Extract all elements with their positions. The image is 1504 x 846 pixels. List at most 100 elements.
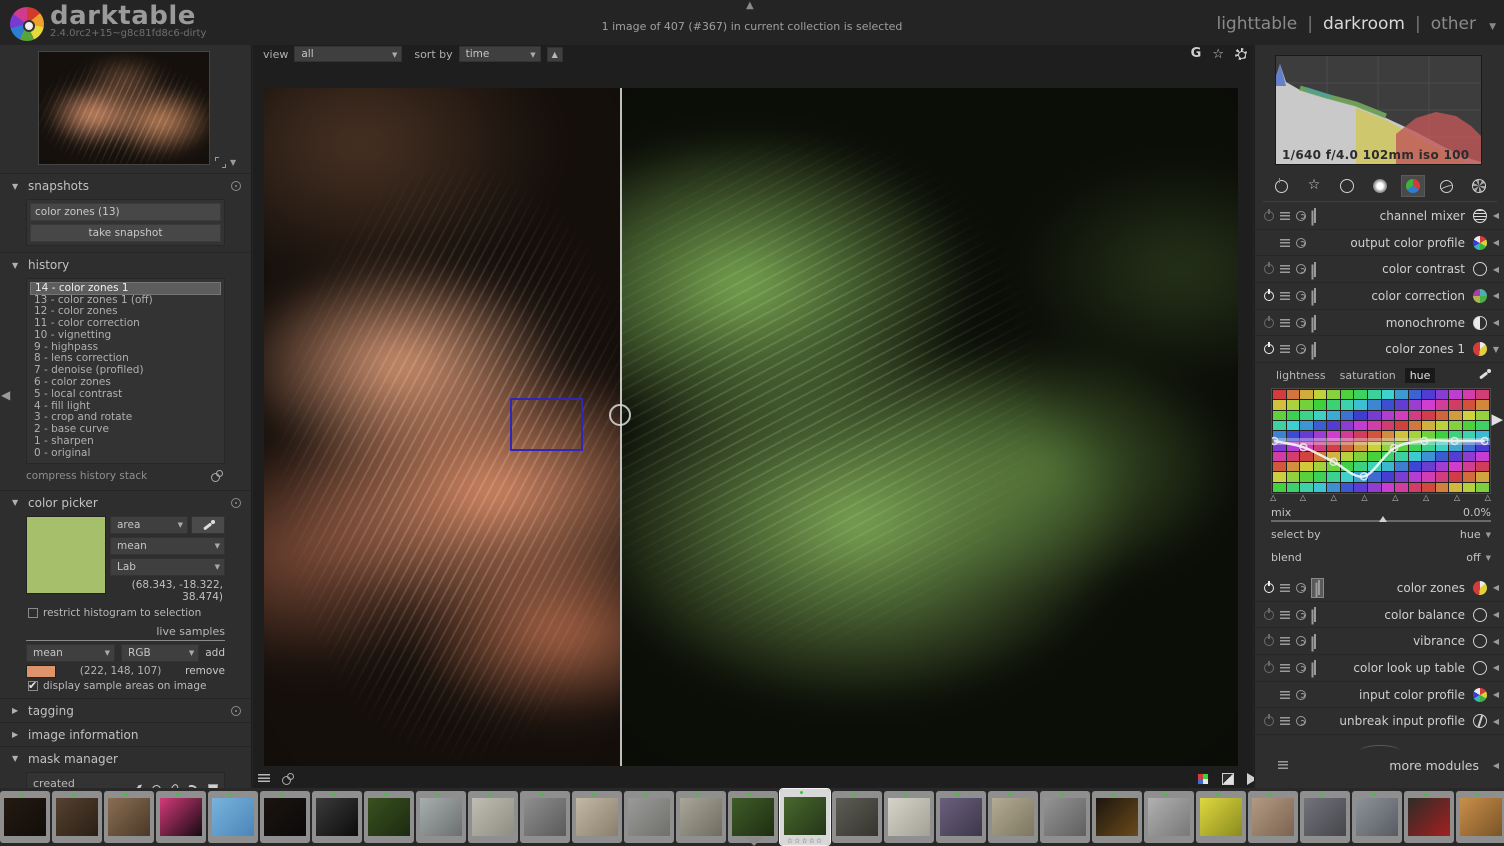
top-panel-collapse-icon[interactable]: ▲: [746, 0, 754, 11]
module-instances-icon[interactable]: [1312, 315, 1316, 331]
history-item[interactable]: 14 - color zones 1: [30, 282, 221, 295]
module-header-input-color-profile[interactable]: input color profile ◀: [1255, 681, 1504, 709]
filmstrip-thumbnail[interactable]: [572, 791, 622, 843]
module-reset-icon[interactable]: [1296, 689, 1306, 700]
histogram[interactable]: 1/640 f/4.0 102mm iso 100: [1275, 55, 1482, 165]
filmstrip-thumbnail[interactable]: [0, 791, 50, 843]
views-dropdown-icon[interactable]: ▼: [1489, 22, 1496, 32]
group-correction-icon[interactable]: [1434, 175, 1458, 197]
blend-value[interactable]: off: [1466, 551, 1480, 564]
take-snapshot-button[interactable]: take snapshot: [30, 224, 221, 242]
zoom-fit-icon[interactable]: [215, 157, 226, 168]
module-expand-icon[interactable]: ◀: [1487, 265, 1499, 274]
snapshot-item[interactable]: color zones (13): [30, 203, 221, 221]
module-reset-icon[interactable]: [1296, 237, 1306, 248]
module-power-icon[interactable]: [1264, 262, 1274, 275]
module-presets-icon[interactable]: [1280, 291, 1290, 300]
module-expand-icon[interactable]: ▼: [1487, 345, 1499, 354]
filmstrip-thumbnail[interactable]: [988, 791, 1038, 843]
mask-manager-section-header[interactable]: ▼ mask manager: [0, 745, 251, 770]
snapshots-section-header[interactable]: ▼ snapshots: [0, 173, 251, 197]
module-reset-icon[interactable]: [1296, 264, 1306, 275]
filmstrip-thumbnail[interactable]: [936, 791, 986, 843]
select-by-row[interactable]: select by hue ▼: [1271, 528, 1491, 541]
live-sample-swatch[interactable]: [26, 664, 56, 678]
filmstrip-thumbnail[interactable]: [312, 791, 362, 843]
curve-node-marker[interactable]: △: [1361, 493, 1367, 502]
tab-saturation[interactable]: saturation: [1335, 368, 1401, 383]
picker-space-select[interactable]: Lab: [110, 557, 225, 576]
module-presets-icon[interactable]: [1280, 690, 1290, 699]
module-presets-icon[interactable]: [1280, 318, 1290, 327]
view-filter-select[interactable]: all: [294, 46, 403, 62]
module-power-icon[interactable]: [1264, 714, 1274, 727]
curve-node-marker[interactable]: △: [1423, 493, 1429, 502]
filmstrip-thumbnail[interactable]: [728, 791, 778, 843]
filmstrip-thumbnail[interactable]: [1196, 791, 1246, 843]
filmstrip-thumbnail[interactable]: [676, 791, 726, 843]
compress-history-icon[interactable]: [211, 469, 225, 482]
left-panel-collapse-icon[interactable]: ◀: [1, 388, 10, 402]
module-expand-icon[interactable]: ◀: [1487, 610, 1499, 619]
curve-node-marker[interactable]: △: [1392, 493, 1398, 502]
module-reset-icon[interactable]: [1296, 716, 1306, 727]
module-presets-icon[interactable]: [1280, 211, 1290, 220]
module-presets-icon[interactable]: [1280, 637, 1290, 646]
module-power-icon[interactable]: [1264, 208, 1274, 221]
picker-mode-select[interactable]: area: [110, 515, 188, 534]
navigation-thumbnail[interactable]: [38, 51, 210, 165]
filmstrip-thumbnail[interactable]: [208, 791, 258, 843]
filmstrip-thumbnail[interactable]: [468, 791, 518, 843]
filmstrip-thumbnail[interactable]: [624, 791, 674, 843]
curve-node-marker[interactable]: △: [1331, 493, 1337, 502]
select-by-value[interactable]: hue: [1460, 528, 1481, 541]
compress-history-button[interactable]: compress history stack: [26, 470, 147, 482]
curve-node-marker[interactable]: △: [1454, 493, 1460, 502]
presets-icon[interactable]: [1278, 761, 1288, 769]
module-presets-icon[interactable]: [1280, 663, 1290, 672]
module-header-color-balance[interactable]: color balance ◀: [1255, 601, 1504, 629]
picker-stat-select[interactable]: mean: [110, 536, 225, 555]
group-power-icon[interactable]: [1269, 175, 1293, 197]
module-expand-icon[interactable]: ◀: [1487, 291, 1499, 300]
module-reset-icon[interactable]: [1296, 609, 1306, 620]
module-header-output-color-profile[interactable]: output color profile ◀: [1255, 229, 1504, 257]
preferences-gear-icon[interactable]: [1235, 48, 1247, 60]
module-presets-icon[interactable]: [1280, 265, 1290, 274]
curve-node-marker[interactable]: △: [1270, 493, 1276, 502]
module-reset-icon[interactable]: [1296, 582, 1306, 593]
module-header-channel-mixer[interactable]: channel mixer ◀: [1255, 203, 1504, 230]
module-power-icon[interactable]: [1264, 315, 1274, 328]
filmstrip-thumbnail[interactable]: [260, 791, 310, 843]
view-lighttable[interactable]: lighttable: [1216, 14, 1297, 34]
sample-stat-select[interactable]: mean: [26, 643, 116, 662]
module-reset-icon[interactable]: [1296, 210, 1306, 221]
snapshot-split-handle[interactable]: [609, 404, 631, 426]
styles-list-icon[interactable]: [258, 774, 270, 784]
history-item[interactable]: 0 - original: [30, 447, 221, 460]
zoom-menu-caret-icon[interactable]: ▼: [230, 158, 236, 167]
filmstrip-thumbnail[interactable]: [1404, 791, 1454, 843]
module-power-icon[interactable]: [1264, 288, 1274, 301]
display-samples-checkbox[interactable]: [28, 679, 38, 692]
module-power-icon[interactable]: [1264, 660, 1274, 673]
snapshot-split-line[interactable]: [620, 88, 622, 766]
group-tone-icon[interactable]: [1368, 175, 1392, 197]
image-information-section-header[interactable]: ▶ image information: [0, 721, 251, 746]
grouping-icon[interactable]: G: [1191, 47, 1202, 61]
module-expand-icon[interactable]: ◀: [1487, 690, 1499, 699]
curve-node-marker[interactable]: △: [1485, 493, 1491, 502]
module-instances-icon[interactable]: [1311, 577, 1324, 598]
section-reset-icon[interactable]: [231, 705, 241, 716]
filmstrip-thumbnail[interactable]: [1040, 791, 1090, 843]
module-instances-icon[interactable]: [1312, 607, 1316, 623]
module-expand-icon[interactable]: ◀: [1487, 663, 1499, 672]
more-modules-row[interactable]: more modules ◀: [1255, 750, 1504, 780]
module-header-color-correction[interactable]: color correction ◀: [1255, 283, 1504, 310]
tagging-section-header[interactable]: ▶ tagging: [0, 697, 251, 722]
module-reset-icon[interactable]: [1296, 662, 1306, 673]
module-presets-icon[interactable]: [1280, 345, 1290, 354]
view-other[interactable]: other: [1431, 14, 1476, 34]
module-presets-icon[interactable]: [1280, 583, 1290, 592]
group-basic-icon[interactable]: [1335, 175, 1359, 197]
